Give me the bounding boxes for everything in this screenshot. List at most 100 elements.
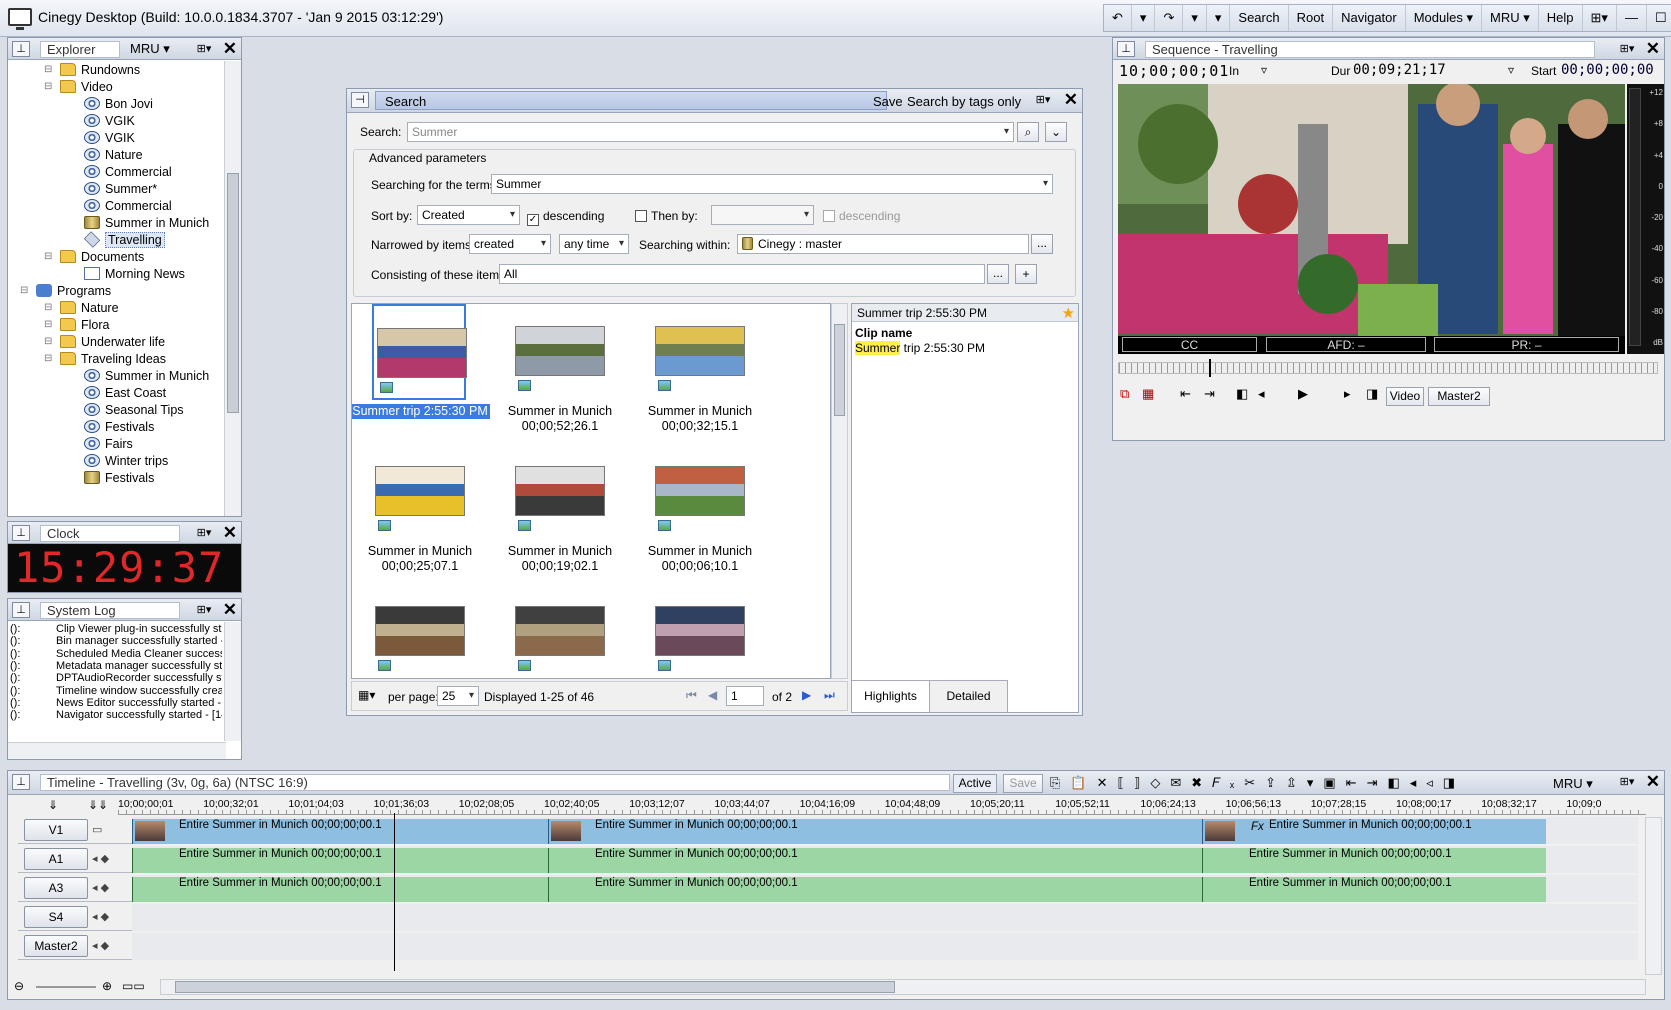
tree-item[interactable]: East Coast <box>84 384 166 402</box>
layout-icon[interactable]: ⊞▾ <box>191 525 217 541</box>
undo-dropdown-icon[interactable]: ▾ <box>1132 5 1156 31</box>
tree-item[interactable]: ⊟ Nature <box>44 299 119 317</box>
sort-select[interactable]: Created <box>417 205 520 225</box>
result-item[interactable] <box>372 584 466 678</box>
add-icon[interactable]: + <box>1015 264 1037 284</box>
result-item[interactable] <box>372 304 467 400</box>
marker-down2-icon[interactable]: ⇓⇓ <box>88 798 108 812</box>
timeline-vscroll[interactable] <box>1645 817 1662 975</box>
track-header[interactable]: A1 <box>24 848 88 870</box>
playhead[interactable] <box>1209 359 1211 377</box>
narrow-select[interactable]: created <box>469 234 551 254</box>
then-by-checkbox[interactable]: Then by: <box>635 209 698 223</box>
track-header[interactable]: A3 <box>24 877 88 899</box>
scrollbar-thumb[interactable] <box>175 981 895 993</box>
tree-item[interactable]: Summer* <box>84 180 157 198</box>
undo-icon[interactable]: ↶ <box>1104 5 1132 31</box>
layout-icon[interactable]: ⊞▾ <box>191 602 217 618</box>
mark-in-icon[interactable]: ◧ <box>1236 386 1248 402</box>
prev-frame-icon[interactable]: ◂ <box>1258 386 1265 402</box>
track-header[interactable]: S4 <box>24 906 88 928</box>
per-page-select[interactable]: 25 <box>437 686 479 706</box>
layout-icon[interactable]: ⊞▾ <box>1030 92 1056 108</box>
track-header[interactable]: V1 <box>24 819 88 841</box>
pin-icon[interactable]: ⊥ <box>12 774 30 790</box>
close-icon[interactable]: ✕ <box>1646 40 1660 57</box>
close-icon[interactable]: ✕ <box>1646 773 1660 790</box>
audio-clip[interactable]: Entire Summer in Munich 00;00;00;00.1 <box>1202 848 1546 873</box>
scrollbar-thumb[interactable] <box>834 324 845 416</box>
favorite-star-icon[interactable]: ★ <box>1062 304 1075 322</box>
zoom-slider[interactable] <box>36 986 96 988</box>
tree-item[interactable]: Morning News <box>84 265 185 283</box>
tree-item[interactable]: VGIK <box>84 112 135 130</box>
pin-icon[interactable]: ⊥ <box>12 41 30 57</box>
next-page-icon[interactable]: ▶ <box>802 688 811 702</box>
tab-highlights[interactable]: Highlights <box>852 680 930 712</box>
tree-item[interactable]: ⊟ Documents <box>44 248 144 266</box>
pin-icon[interactable]: ⊥ <box>1117 41 1135 57</box>
scrub-bar[interactable] <box>1118 359 1658 377</box>
result-item[interactable] <box>372 444 466 540</box>
track-lane[interactable] <box>132 933 1638 960</box>
marker-down-icon[interactable]: ⇓ <box>48 798 58 812</box>
result-item[interactable] <box>652 304 746 400</box>
video-clip[interactable]: Fx Entire Summer in Munich 00;00;00;00.1 <box>1202 819 1546 844</box>
menu-navigator[interactable]: Navigator <box>1333 5 1406 31</box>
result-item[interactable] <box>652 584 746 678</box>
timeline-cursor[interactable] <box>394 813 395 971</box>
result-item[interactable] <box>652 444 746 540</box>
audio-clip[interactable]: Entire Summer in Munich 00;00;00;00.1 <box>548 848 1202 873</box>
tree-item[interactable]: ⊟ Underwater life <box>44 333 165 351</box>
within-input[interactable]: Cinegy : master <box>737 234 1029 254</box>
time-select[interactable]: any time <box>559 234 629 254</box>
grid-icon[interactable]: ▦ <box>1142 386 1154 402</box>
expander-icon[interactable]: ⊟ <box>44 316 52 334</box>
system-log-scrollbar[interactable] <box>224 622 241 741</box>
pin-icon[interactable]: ⊥ <box>12 602 30 618</box>
go-out-icon[interactable]: ⇥ <box>1204 386 1215 402</box>
tree-item[interactable]: ⊟ Rundowns <box>44 61 140 79</box>
track-controls-icon[interactable]: ▭ <box>92 823 102 836</box>
timeline-mru-dropdown[interactable]: MRU ▾ <box>1553 776 1593 792</box>
video-button[interactable]: Video <box>1386 387 1424 406</box>
tree-item[interactable]: Festivals <box>84 418 154 436</box>
tree-item[interactable]: Summer in Munich <box>84 214 209 232</box>
menu-root[interactable]: Root <box>1289 5 1334 31</box>
more-dropdown-icon[interactable]: ▾ <box>1207 5 1231 31</box>
tab-detailed[interactable]: Detailed <box>930 680 1008 712</box>
search-input[interactable]: Summer <box>407 122 1014 142</box>
loop-icon[interactable]: ⧉ <box>1120 386 1129 402</box>
terms-input[interactable]: Summer <box>491 174 1053 194</box>
consist-browse-button[interactable]: ... <box>987 264 1009 284</box>
master2-button[interactable]: Master2 <box>1428 387 1490 406</box>
tree-item[interactable]: Nature <box>84 146 143 164</box>
audio-clip[interactable]: Entire Summer in Munich 00;00;00;00.1 <box>132 848 548 873</box>
pin-icon[interactable]: ⊥ <box>12 525 30 541</box>
tree-item[interactable]: Seasonal Tips <box>84 401 184 419</box>
expander-icon[interactable]: ⊟ <box>20 282 28 300</box>
go-in-icon[interactable]: ⇤ <box>1180 386 1191 402</box>
audio-clip[interactable]: Entire Summer in Munich 00;00;00;00.1 <box>132 877 548 902</box>
fx-icon[interactable]: Fx <box>1251 821 1264 833</box>
explorer-mru-dropdown[interactable]: MRU ▾ <box>130 41 170 57</box>
tree-item[interactable]: ⊟ Programs <box>20 282 111 300</box>
prev-page-icon[interactable]: ◀ <box>708 688 717 702</box>
menu-search[interactable]: Search <box>1230 5 1289 31</box>
expander-icon[interactable]: ⊟ <box>44 299 52 317</box>
track-controls-icon[interactable]: ◂ ◆ <box>92 910 109 923</box>
search-save-button[interactable]: Save <box>873 94 903 109</box>
audio-clip[interactable]: Entire Summer in Munich 00;00;00;00.1 <box>1202 877 1546 902</box>
menu-modules[interactable]: Modules ▾ <box>1406 5 1483 31</box>
search-expand-icon[interactable]: ⌄ <box>1045 122 1067 142</box>
expander-icon[interactable]: ⊟ <box>44 350 52 368</box>
page-input[interactable]: 1 <box>726 686 764 706</box>
mark-out-icon[interactable]: ◨ <box>1366 386 1378 402</box>
timeline-ruler[interactable]: 10;00;00;01 10;00;32;01 10;01;04;03 10;01;3… <box>118 797 1646 815</box>
audio-clip[interactable]: Entire Summer in Munich 00;00;00;00.1 <box>548 877 1202 902</box>
minimize-icon[interactable]: — <box>1617 5 1647 31</box>
redo-icon[interactable]: ↷ <box>1155 5 1184 31</box>
redo-dropdown-icon[interactable]: ▾ <box>1183 5 1207 31</box>
layout-icon[interactable]: ⊞▾ <box>191 41 217 57</box>
menu-help[interactable]: Help <box>1539 5 1583 31</box>
